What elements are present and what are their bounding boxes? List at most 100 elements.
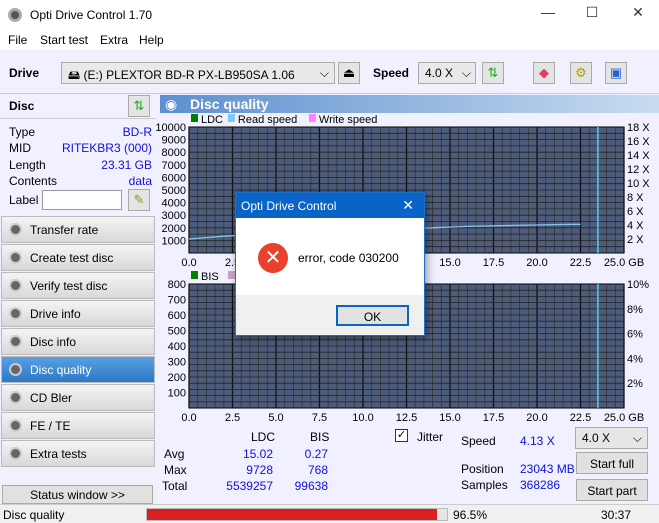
total-label: Total <box>162 479 188 493</box>
x-tick-label: 7.5 <box>312 412 327 424</box>
x-tick-label: 5.0 <box>268 412 283 424</box>
chevron-down-icon: ⌵ <box>461 66 471 80</box>
nav-label: Drive info <box>30 307 81 321</box>
legend-swatch <box>191 114 198 122</box>
menu-extra[interactable]: Extra <box>100 33 128 47</box>
nav-icon <box>9 391 22 404</box>
nav-disc-quality[interactable]: Disc quality <box>1 356 155 383</box>
maximize-button[interactable]: ☐ <box>572 4 612 26</box>
y-tick-label: 300 <box>168 357 186 369</box>
x-tick-label: 15.0 <box>439 412 460 424</box>
y-tick-label: 3000 <box>162 210 186 222</box>
menu-start-test[interactable]: Start test <box>40 33 88 47</box>
nav-icon <box>9 363 22 376</box>
nav-cd-bler[interactable]: CD Bler <box>1 384 155 411</box>
legend-swatch <box>227 114 235 122</box>
disc-type: Type BD-R <box>9 125 152 139</box>
disc-quality-icon: ◉ <box>165 96 178 112</box>
status-bar: Disc quality 96.5% 30:37 <box>0 504 659 523</box>
nav-fe-te[interactable]: FE / TE <box>1 412 155 439</box>
jitter-checkbox[interactable]: ✓ <box>395 429 408 442</box>
speed-select[interactable]: 4.0 X ⌵ <box>418 62 476 84</box>
panel-title: Disc quality <box>160 95 659 113</box>
legend-swatch <box>191 271 198 279</box>
speed-value: 4.0 X <box>425 66 454 80</box>
disc-refresh-icon[interactable]: ⇅ <box>128 95 150 117</box>
ok-button[interactable]: OK <box>336 305 409 326</box>
minimize-button[interactable]: — <box>528 4 568 26</box>
nav-drive-info[interactable]: Drive info <box>1 300 155 327</box>
chevron-down-icon: ⌵ <box>632 431 642 445</box>
toolbar: Drive 🖴 (E:) PLEXTOR BD-R PX-LB950SA 1.0… <box>0 50 659 94</box>
y2-tick-label: 8 X <box>627 192 644 204</box>
position-label: Position <box>461 462 504 476</box>
y-tick-label: 10000 <box>156 122 186 134</box>
speed-stat-label: Speed <box>461 434 496 448</box>
nav-create-test-disc[interactable]: Create test disc <box>1 244 155 271</box>
nav-label: Create test disc <box>30 251 114 265</box>
drive-select[interactable]: 🖴 (E:) PLEXTOR BD-R PX-LB950SA 1.06 ⌵ <box>61 62 335 84</box>
y-tick-label: 800 <box>168 279 186 291</box>
y-tick-label: 4000 <box>162 198 186 210</box>
dialog-title: Opti Drive Control <box>241 199 337 213</box>
progress-text: 96.5% <box>453 508 488 522</box>
x-tick-label: 0.0 <box>181 412 196 424</box>
test-speed-value: 4.0 X <box>582 431 611 445</box>
menu-file[interactable]: File <box>8 33 27 47</box>
y2-tick-label: 10% <box>627 279 649 291</box>
samples-label: Samples <box>461 478 508 492</box>
y-tick-label: 600 <box>168 310 186 322</box>
y2-tick-label: 18 X <box>627 122 650 134</box>
drive-icon: 🖴 <box>68 68 84 82</box>
nav-icon <box>9 223 22 236</box>
refresh-icon[interactable]: ⇅ <box>482 62 504 84</box>
x-tick-label: 17.5 <box>483 412 504 424</box>
save-icon[interactable]: ▣ <box>605 62 627 84</box>
status-text: Disc quality <box>3 508 65 522</box>
disc-length: Length 23.31 GB <box>9 158 152 172</box>
eraser-icon[interactable]: ◆ <box>533 62 555 84</box>
status-window-button[interactable]: Status window >> <box>2 485 153 504</box>
y-tick-label: 5000 <box>162 185 186 197</box>
close-button[interactable]: ✕ <box>618 4 658 26</box>
stats-table: LDC BIS Avg 15.02 0.27 Max 9728 768 Tota… <box>160 426 400 502</box>
legend-label: Write speed <box>319 114 378 126</box>
y-tick-label: 6000 <box>162 172 186 184</box>
settings-icon[interactable]: ⚙ <box>570 62 592 84</box>
y2-tick-label: 16 X <box>627 136 650 148</box>
nav-verify-test-disc[interactable]: Verify test disc <box>1 272 155 299</box>
x-tick-label: 2.5 <box>225 412 240 424</box>
y-tick-label: 400 <box>168 341 186 353</box>
position-value: 23043 MB <box>520 462 575 476</box>
y-tick-label: 500 <box>168 326 186 338</box>
test-speed-select[interactable]: 4.0 X ⌵ <box>575 427 648 449</box>
start-full-button[interactable]: Start full <box>576 452 648 474</box>
nav-extra-tests[interactable]: Extra tests <box>1 440 155 467</box>
total-ldc: 5539257 <box>226 479 273 493</box>
progress-bar <box>146 508 448 521</box>
disc-title: Disc <box>9 99 35 113</box>
avg-label: Avg <box>164 447 185 461</box>
y2-tick-label: 8% <box>627 304 643 316</box>
label-apply-icon[interactable]: ✎ <box>128 189 150 211</box>
legend-swatch <box>308 114 316 122</box>
dialog-close-button[interactable]: ✕ <box>402 197 414 214</box>
x-tick-label: 0.0 <box>181 257 196 269</box>
menu-help[interactable]: Help <box>139 33 164 47</box>
y2-tick-label: 10 X <box>627 178 650 190</box>
label-input[interactable] <box>42 190 122 210</box>
y-tick-label: 7000 <box>162 160 186 172</box>
label-label: Label <box>9 193 39 207</box>
eject-button[interactable]: ⏏ <box>338 62 360 84</box>
nav-transfer-rate[interactable]: Transfer rate <box>1 216 155 243</box>
title-bar: Opti Drive Control 1.70 — ☐ ✕ <box>0 0 659 30</box>
y-tick-label: 2000 <box>162 223 186 235</box>
nav-disc-info[interactable]: Disc info <box>1 328 155 355</box>
total-bis: 99638 <box>294 479 328 493</box>
start-part-button[interactable]: Start part <box>576 479 648 501</box>
progress-fill <box>147 509 437 520</box>
legend-label: BIS <box>201 271 219 283</box>
avg-ldc: 15.02 <box>242 447 273 461</box>
window-title: Opti Drive Control 1.70 <box>30 8 153 22</box>
samples-value: 368286 <box>520 478 561 492</box>
